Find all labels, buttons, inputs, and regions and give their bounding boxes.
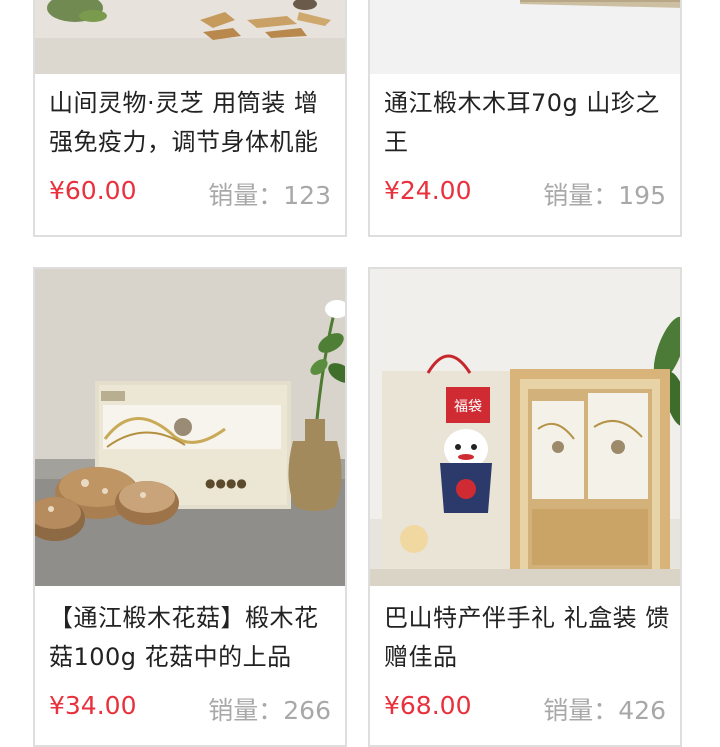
sales-label: 销量：	[543, 696, 619, 725]
product-image[interactable]	[35, 0, 345, 74]
product-sales: 销量：426	[543, 691, 666, 727]
product-sales: 销量：266	[208, 691, 331, 727]
product-grid: 山间灵物·灵芝 用筒装 增强免疫力，调节身体机能 ¥60.00 销量：123 通…	[0, 0, 720, 747]
product-sales: 销量：123	[208, 176, 331, 212]
svg-text:福袋: 福袋	[454, 399, 482, 415]
product-price: ¥24.00	[384, 176, 472, 205]
product-title[interactable]: 通江椴木木耳70g 山珍之王	[384, 84, 674, 162]
product-price: ¥68.00	[384, 691, 472, 720]
product-image[interactable]: 福袋	[370, 269, 680, 586]
sales-label: 销量：	[208, 181, 284, 210]
product-title[interactable]: 山间灵物·灵芝 用筒装 增强免疫力，调节身体机能	[49, 84, 339, 162]
svg-text:●●●●: ●●●●	[205, 476, 247, 490]
product-sales: 销量：195	[543, 176, 666, 212]
product-card[interactable]: 福袋 巴山特产伴手礼 礼盒装 馈赠佳品 ¥68.00 销量：426	[368, 267, 682, 747]
sales-count: 266	[283, 696, 331, 725]
product-card[interactable]: ●●●● 【通江椴木花菇】椴木花菇100g 花菇中的上品 ¥34.00 销量：2…	[33, 267, 347, 747]
product-title[interactable]: 【通江椴木花菇】椴木花菇100g 花菇中的上品	[49, 599, 339, 677]
sales-label: 销量：	[208, 696, 284, 725]
sales-label: 销量：	[543, 181, 619, 210]
sales-count: 123	[283, 181, 331, 210]
sales-count: 426	[618, 696, 666, 725]
product-title[interactable]: 巴山特产伴手礼 礼盒装 馈赠佳品	[384, 599, 674, 677]
product-image[interactable]: ●●●●	[35, 269, 345, 586]
product-image[interactable]	[370, 0, 680, 74]
product-card[interactable]: 通江椴木木耳70g 山珍之王 ¥24.00 销量：195	[368, 0, 682, 237]
product-price: ¥60.00	[49, 176, 137, 205]
product-card[interactable]: 山间灵物·灵芝 用筒装 增强免疫力，调节身体机能 ¥60.00 销量：123	[33, 0, 347, 237]
sales-count: 195	[618, 181, 666, 210]
product-price: ¥34.00	[49, 691, 137, 720]
